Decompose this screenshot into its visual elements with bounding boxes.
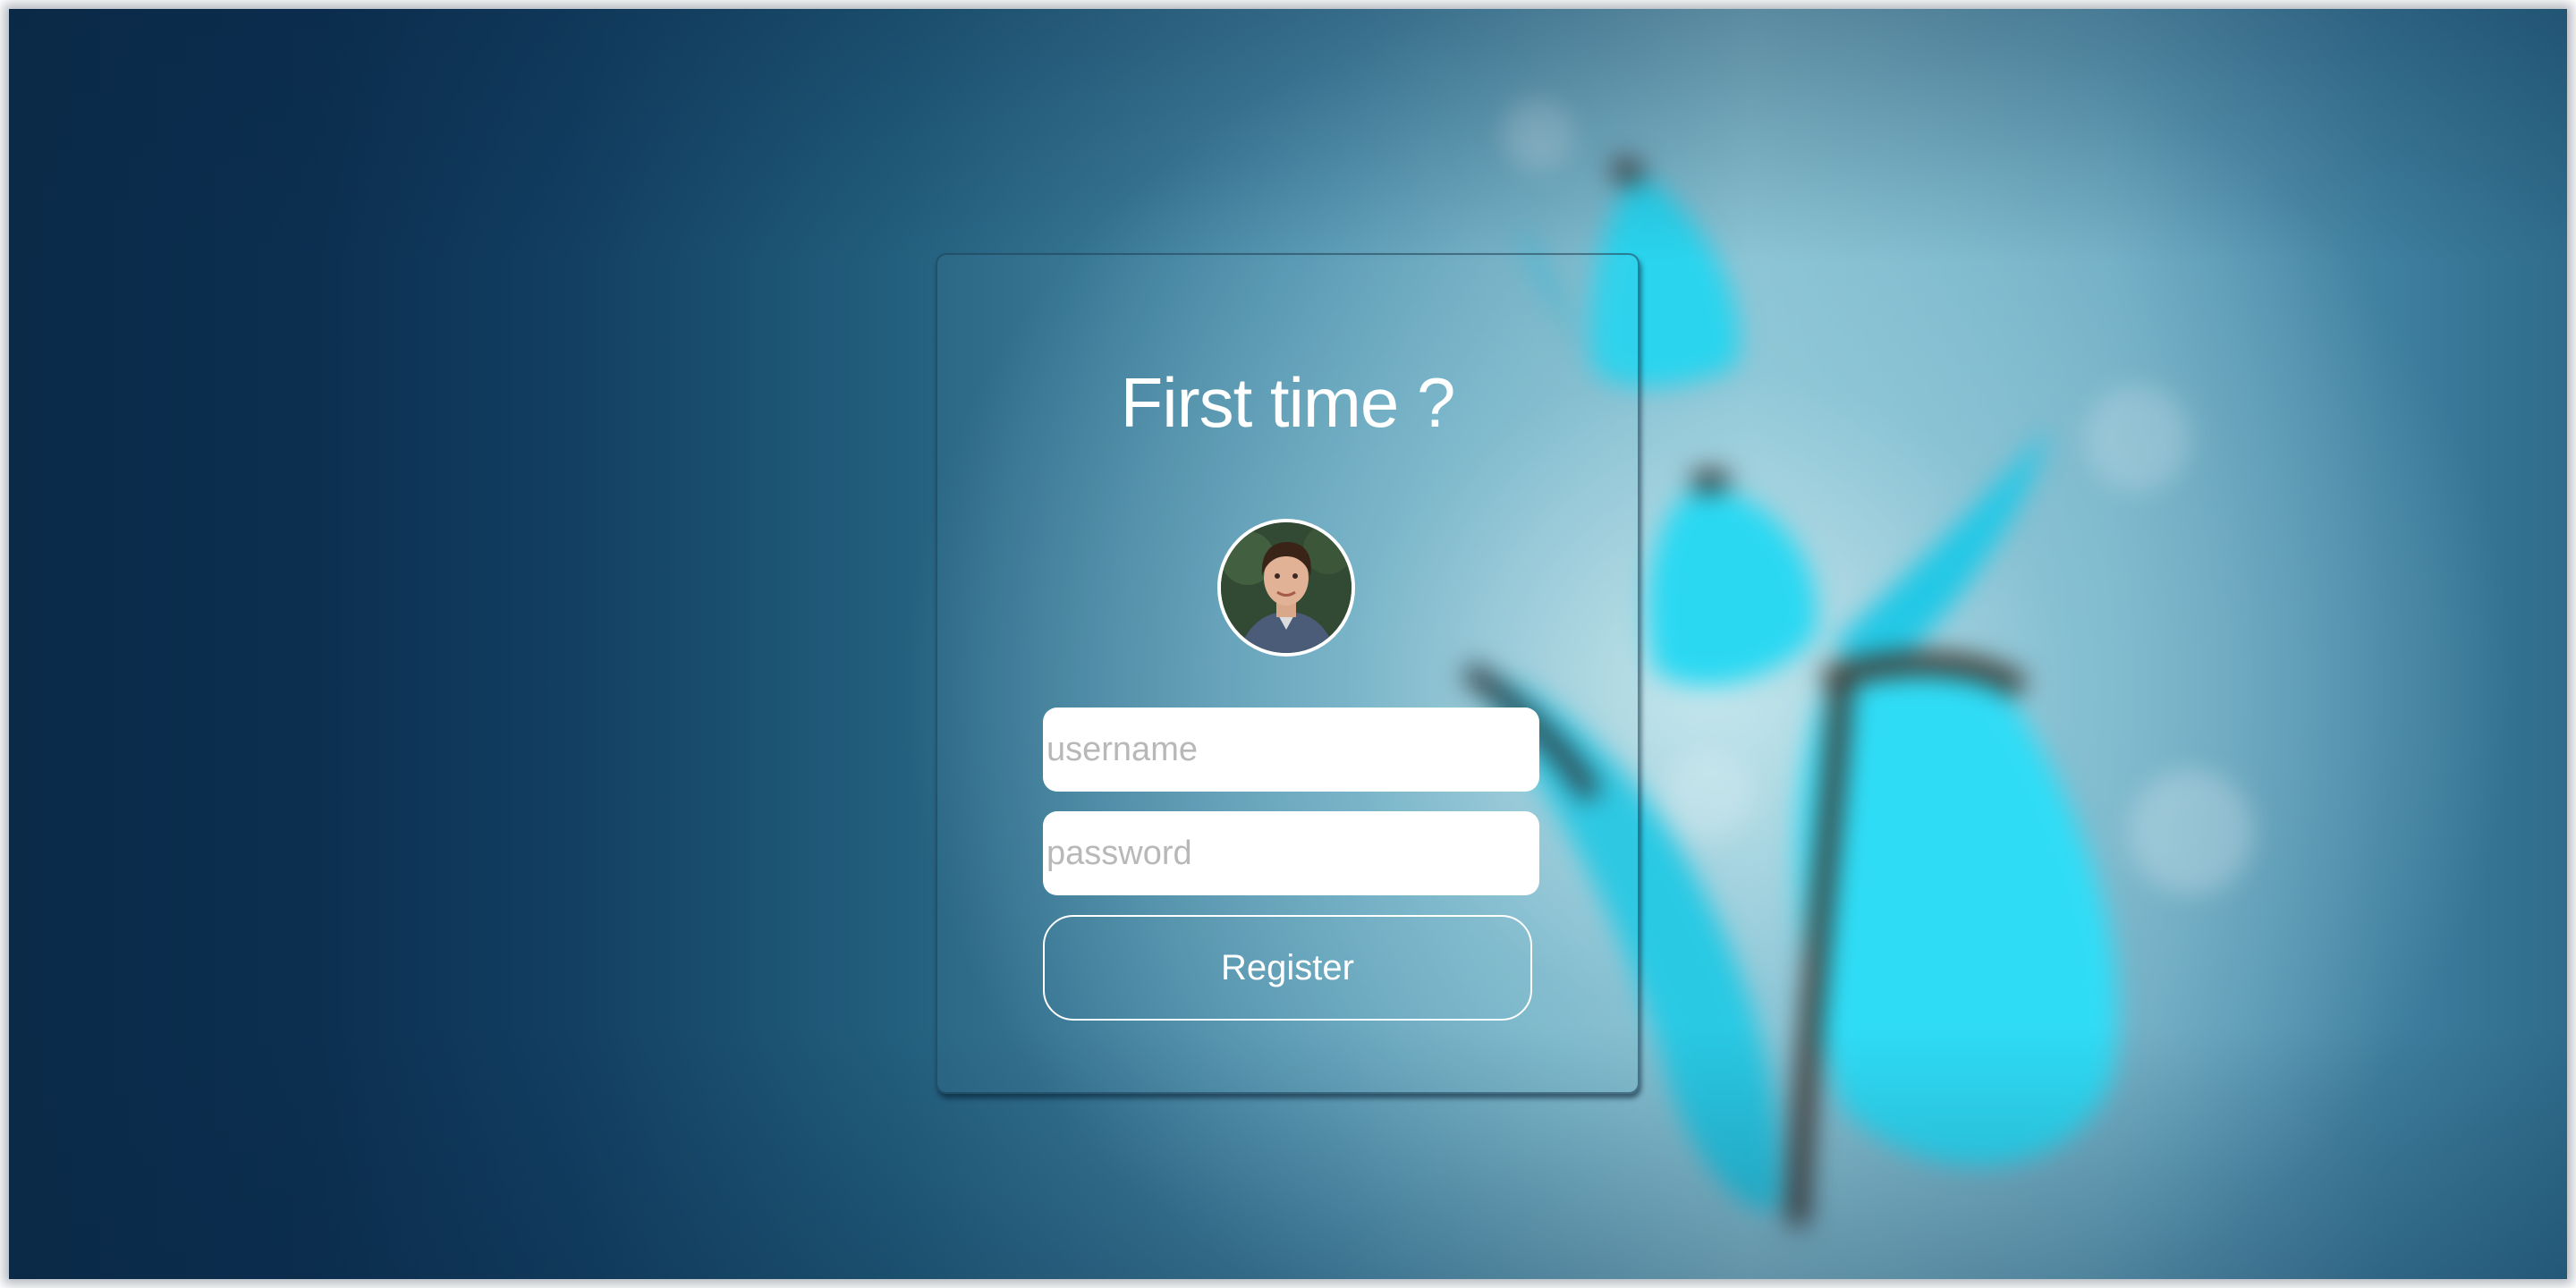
login-page: First time ? Register — [0, 0, 2576, 1288]
user-photo-icon — [1221, 522, 1352, 653]
page-title: First time ? — [1120, 363, 1456, 442]
avatar — [1217, 519, 1355, 657]
register-button[interactable]: Register — [1043, 915, 1532, 1021]
register-card: First time ? Register — [936, 253, 1640, 1094]
password-input[interactable] — [1043, 811, 1539, 895]
username-input[interactable] — [1043, 708, 1539, 792]
